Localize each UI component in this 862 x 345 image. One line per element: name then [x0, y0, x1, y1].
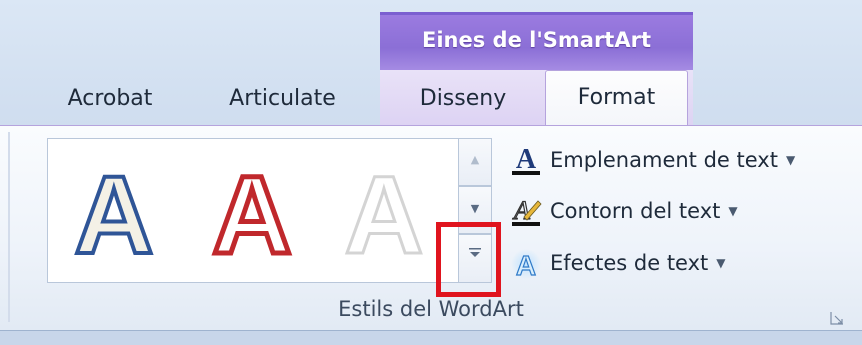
chevron-down-icon: ▼ — [785, 153, 796, 167]
tab-articulate[interactable]: Articulate — [200, 82, 365, 125]
svg-text:A: A — [516, 250, 536, 279]
text-effects-button[interactable]: A Efectes de text ▼ — [510, 243, 726, 283]
scroll-up-icon: ▲ — [470, 153, 480, 166]
chevron-down-icon: ▼ — [716, 256, 726, 270]
text-outline-button[interactable]: A Contorn del text ▼ — [510, 191, 738, 231]
svg-text:A: A — [344, 163, 423, 263]
text-outline-label: Contorn del text — [550, 199, 721, 223]
text-fill-icon: A — [510, 144, 542, 176]
text-fill-button[interactable]: A Emplenament de text ▼ — [510, 140, 795, 180]
context-tab-group-title: Eines de l'SmartArt — [422, 28, 651, 52]
highlight-box — [436, 222, 501, 297]
svg-text:A: A — [74, 163, 153, 263]
svg-text:A: A — [516, 144, 537, 175]
chevron-down-icon: ▼ — [728, 204, 738, 218]
wordart-style-3[interactable]: A — [332, 163, 437, 263]
group-label-wordart-styles: Estils del WordArt — [338, 297, 524, 321]
wordart-style-2[interactable]: A — [200, 163, 305, 263]
scroll-down-icon: ▼ — [470, 202, 480, 215]
ribbon-bottom-edge — [0, 330, 862, 345]
group-separator — [8, 132, 10, 322]
wordart-style-1[interactable]: A — [62, 163, 167, 263]
tab-acrobat[interactable]: Acrobat — [40, 82, 180, 125]
text-fill-label: Emplenament de text — [550, 148, 778, 172]
dialog-launcher-icon[interactable] — [830, 310, 844, 325]
text-outline-icon: A — [510, 195, 542, 227]
text-effects-label: Efectes de text — [550, 251, 709, 275]
svg-text:A: A — [512, 196, 530, 225]
svg-text:A: A — [212, 163, 291, 263]
text-effects-icon: A — [510, 247, 542, 282]
gallery-scroll-up-button[interactable]: ▲ — [458, 138, 492, 186]
tab-disseny[interactable]: Disseny — [393, 82, 533, 125]
tab-format[interactable]: Format — [545, 70, 688, 127]
